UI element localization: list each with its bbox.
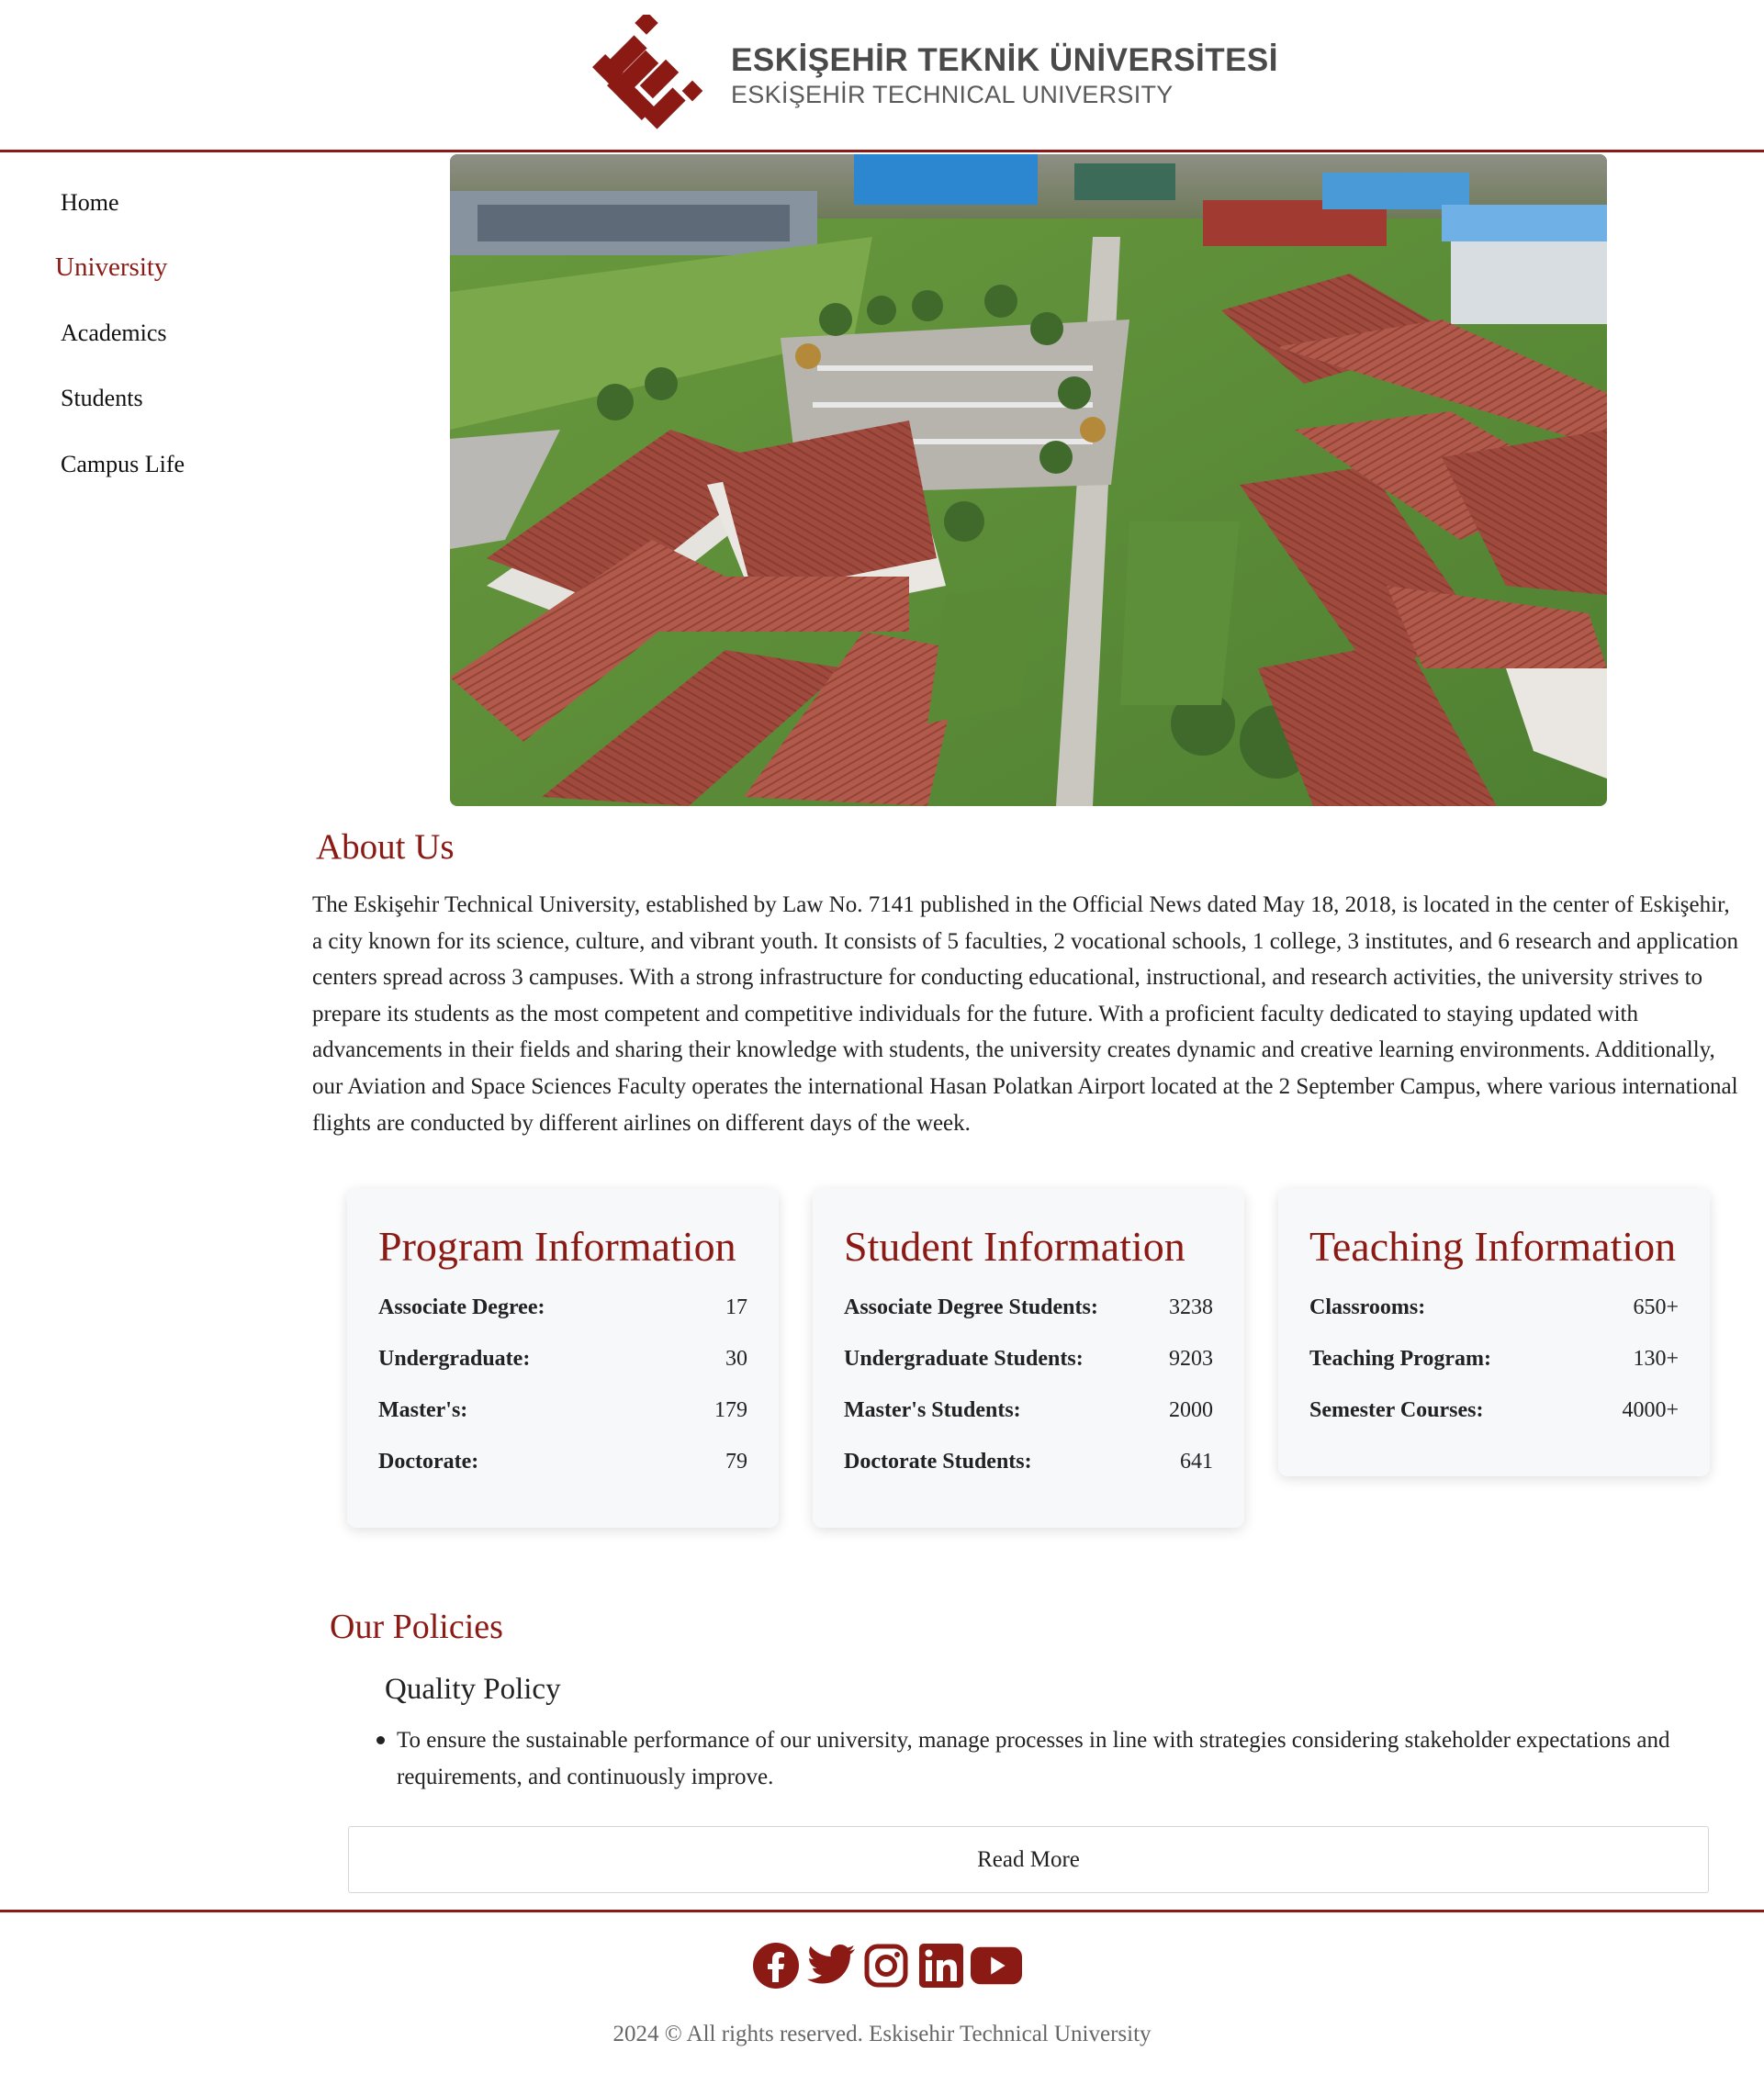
info-row: Doctorate Students: 641 bbox=[844, 1449, 1213, 1474]
info-row: Master's: 179 bbox=[378, 1397, 747, 1423]
sidebar-item-academics[interactable]: Academics bbox=[61, 319, 167, 347]
info-value: 17 bbox=[725, 1295, 747, 1319]
info-value: 79 bbox=[725, 1450, 747, 1474]
card-title: Student Information bbox=[844, 1223, 1185, 1270]
info-value: 30 bbox=[725, 1347, 747, 1371]
info-label: Doctorate: bbox=[378, 1450, 479, 1474]
info-label: Undergraduate Students: bbox=[844, 1347, 1084, 1371]
twitter-icon[interactable] bbox=[805, 1940, 857, 1991]
info-label: Semester Courses: bbox=[1309, 1398, 1484, 1422]
info-label: Doctorate Students: bbox=[844, 1450, 1032, 1474]
copyright-text: 2024 © All rights reserved. Eskisehir Te… bbox=[612, 2022, 1152, 2046]
info-label: Master's Students: bbox=[844, 1398, 1021, 1422]
info-label: Undergraduate: bbox=[378, 1347, 531, 1371]
info-value: 9203 bbox=[1169, 1347, 1213, 1371]
info-value: 641 bbox=[1180, 1450, 1213, 1474]
card-title: Program Information bbox=[378, 1223, 736, 1270]
info-label: Associate Degree Students: bbox=[844, 1295, 1098, 1319]
info-row: Teaching Program: 130+ bbox=[1309, 1346, 1679, 1372]
info-label: Teaching Program: bbox=[1309, 1347, 1491, 1371]
info-row: Semester Courses: 4000+ bbox=[1309, 1397, 1679, 1423]
about-text: The Eskişehir Technical University, esta… bbox=[312, 892, 1739, 1136]
info-row: Undergraduate Students: 9203 bbox=[844, 1346, 1213, 1372]
policy-list: To ensure the sustainable performance of… bbox=[376, 1722, 1710, 1796]
student-info-card: Student Information Associate Degree Stu… bbox=[813, 1189, 1244, 1528]
info-row: Classrooms: 650+ bbox=[1309, 1295, 1679, 1320]
sidebar-item-students[interactable]: Students bbox=[61, 385, 143, 412]
quality-policy-subtitle: Quality Policy bbox=[385, 1673, 561, 1706]
site-header: ESKİŞEHİR TEKNİK ÜNİVERSİTESİ ESKİŞEHİR … bbox=[0, 0, 1764, 152]
program-info-card: Program Information Associate Degree: 17… bbox=[347, 1189, 779, 1528]
list-item: To ensure the sustainable performance of… bbox=[397, 1728, 1670, 1789]
info-value: 650+ bbox=[1633, 1295, 1679, 1319]
sidebar-item-campus-life[interactable]: Campus Life bbox=[61, 451, 185, 478]
sidebar-item-university[interactable]: University bbox=[55, 252, 167, 283]
card-title: Teaching Information bbox=[1309, 1223, 1677, 1270]
logo-title-tr: ESKİŞEHİR TEKNİK ÜNİVERSİTESİ bbox=[731, 42, 1278, 78]
teaching-info-card: Teaching Information Classrooms: 650+ Te… bbox=[1278, 1189, 1710, 1476]
bullet-icon bbox=[376, 1736, 385, 1744]
footer-divider bbox=[0, 1910, 1764, 1912]
info-label: Master's: bbox=[378, 1398, 468, 1422]
youtube-icon[interactable] bbox=[971, 1940, 1022, 1991]
about-title: About Us bbox=[316, 827, 455, 867]
social-links bbox=[750, 1940, 1022, 1991]
info-value: 2000 bbox=[1169, 1398, 1213, 1422]
info-value: 179 bbox=[714, 1398, 747, 1422]
info-value: 4000+ bbox=[1622, 1398, 1679, 1422]
info-label: Classrooms: bbox=[1309, 1295, 1426, 1319]
logo[interactable]: ESKİŞEHİR TEKNİK ÜNİVERSİTESİ ESKİŞEHİR … bbox=[588, 15, 1278, 138]
university-logo-icon bbox=[592, 15, 703, 129]
instagram-icon[interactable] bbox=[860, 1940, 912, 1991]
info-row: Associate Degree: 17 bbox=[378, 1295, 747, 1320]
facebook-icon[interactable] bbox=[750, 1940, 802, 1991]
info-label: Associate Degree: bbox=[378, 1295, 545, 1319]
info-row: Doctorate: 79 bbox=[378, 1449, 747, 1474]
read-more-button[interactable]: Read More bbox=[348, 1826, 1709, 1893]
info-row: Master's Students: 2000 bbox=[844, 1397, 1213, 1423]
linkedin-icon[interactable] bbox=[916, 1940, 967, 1991]
policies-title: Our Policies bbox=[330, 1608, 503, 1646]
campus-aerial-photo bbox=[450, 154, 1607, 806]
logo-title-en: ESKİŞEHİR TECHNICAL UNIVERSITY bbox=[731, 81, 1174, 108]
info-row: Associate Degree Students: 3238 bbox=[844, 1295, 1213, 1320]
sidebar-item-home[interactable]: Home bbox=[61, 189, 119, 217]
info-row: Undergraduate: 30 bbox=[378, 1346, 747, 1372]
info-value: 130+ bbox=[1633, 1347, 1679, 1371]
info-value: 3238 bbox=[1169, 1295, 1213, 1319]
